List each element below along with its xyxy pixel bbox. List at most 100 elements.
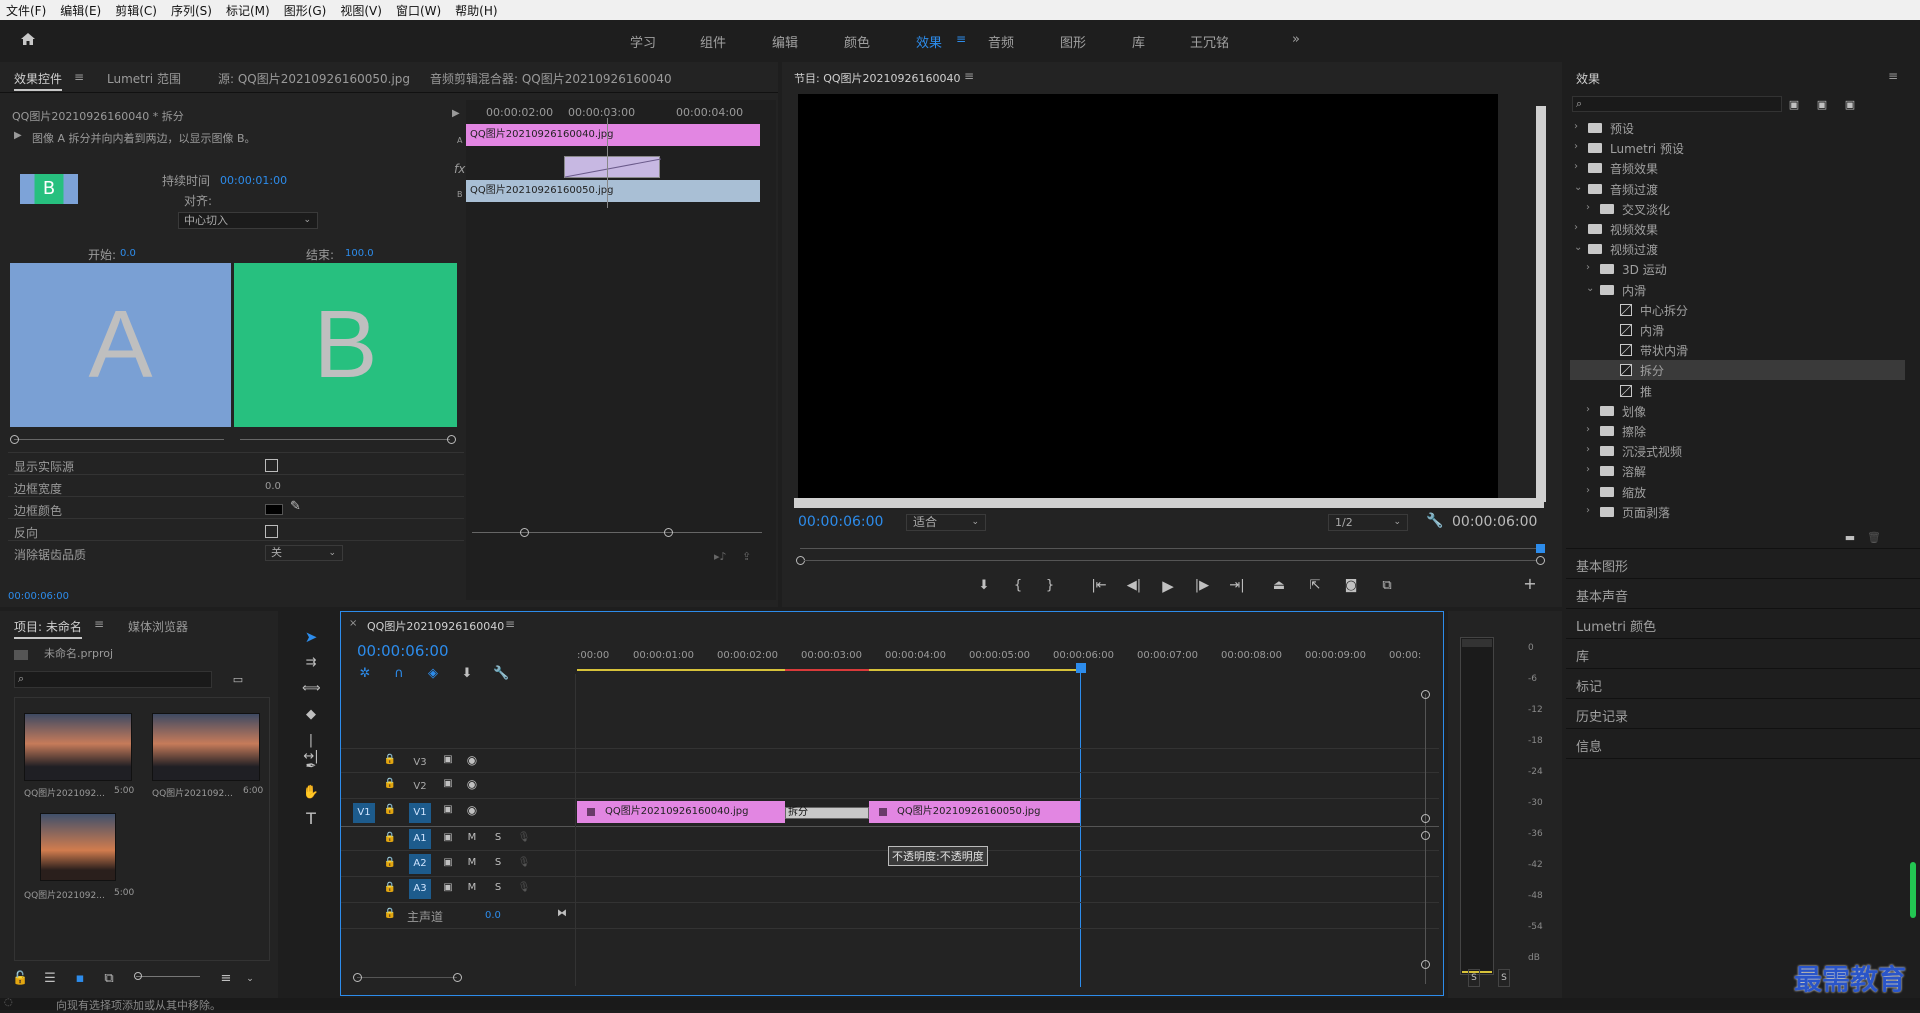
eye-icon[interactable]: ◉ [465,776,479,792]
effects-tree-item[interactable]: 带状内滑 [1570,340,1905,360]
workspace-audio[interactable]: 音频 [988,32,1014,51]
effects-tree-item[interactable]: › 沉浸式视频 [1570,441,1905,461]
chevron-right-icon[interactable]: › [1586,404,1590,415]
effects-tree-item[interactable]: › 视频效果 [1570,219,1905,239]
share-icon[interactable]: ⇪ [742,550,751,563]
timeline-vscroll-mid2[interactable] [1421,831,1430,840]
fit-select[interactable]: 适合 ⌄ [906,514,986,531]
mute-button[interactable]: M [465,855,479,871]
effects-tree-item[interactable]: › Lumetri 预设 [1570,138,1905,158]
chevron-down-icon[interactable]: ⌄ [1574,182,1582,193]
panel-essential-graphics[interactable]: 基本图形 [1576,556,1628,575]
effects-tree-item[interactable]: › 划像 [1570,401,1905,421]
workspace-assembly[interactable]: 组件 [700,32,726,51]
program-video-frame[interactable] [798,94,1498,500]
project-thumb-3[interactable] [40,813,116,881]
lock-icon[interactable]: 🔒 [383,906,397,922]
accelerated-effects-icon[interactable]: ▣ [1786,97,1802,113]
menu-clip[interactable]: 剪辑(C) [115,2,157,19]
add-button-icon[interactable]: + [1522,576,1538,592]
delete-icon[interactable]: 🗑 [1866,530,1882,546]
selection-tool-icon[interactable]: ➤ [302,629,320,645]
chevron-right-icon[interactable]: › [1586,262,1590,273]
menu-graphics[interactable]: 图形(G) [284,2,327,19]
chevron-right-icon[interactable]: › [1586,202,1590,213]
menu-sequence[interactable]: 序列(S) [171,2,212,19]
microphone-icon[interactable]: 🎙 [517,830,531,846]
chevron-right-icon[interactable]: › [1574,121,1578,132]
timeline-hscroll-left[interactable] [353,973,362,982]
solo-button[interactable]: S [491,880,505,896]
reverse-checkbox[interactable] [265,525,278,538]
program-scrub-bar[interactable] [804,560,1536,561]
chevron-right-icon[interactable]: › [1574,141,1578,152]
track-select-tool-icon[interactable]: ⇉ [302,655,320,671]
timeline-vscroll-mid1[interactable] [1421,814,1430,823]
tab-lumetri-scopes[interactable]: Lumetri 范围 [107,70,181,87]
chevron-down-icon[interactable]: ⌄ [1574,242,1582,253]
close-icon[interactable]: × [349,618,357,629]
tab-project[interactable]: 项目: 未命名 [14,618,82,639]
effects-tree-item[interactable]: › 交叉淡化 [1570,199,1905,219]
ec-clip-b[interactable]: QQ图片20210926160050.jpg [466,180,760,202]
sync-lock-icon[interactable]: ▣ [441,880,455,896]
effects-search-input[interactable]: ⌕ [1572,96,1782,112]
panel-menu-icon[interactable]: ≡ [1888,69,1898,83]
tab-effect-controls[interactable]: 效果控件 [14,70,63,91]
chevron-right-icon[interactable]: › [1586,464,1590,475]
32bit-effects-icon[interactable]: ▣ [1814,97,1830,113]
end-value[interactable]: 100.0 [345,248,374,259]
chevron-right-icon[interactable]: › [1574,161,1578,172]
workspace-color[interactable]: 颜色 [844,32,870,51]
effects-tree-item[interactable]: ⌄ 音频过渡 [1570,179,1905,199]
effects-tree-item[interactable]: › 缩放 [1570,482,1905,502]
camera-icon[interactable]: ◙ [1342,578,1360,594]
sync-lock-icon[interactable]: ▣ [441,752,455,768]
end-slider[interactable] [240,439,450,440]
tab-media-browser[interactable]: 媒体浏览器 [128,618,188,635]
lock-icon[interactable]: 🔒 [383,752,397,768]
menu-view[interactable]: 视图(V) [340,2,382,19]
chevron-right-icon[interactable]: › [1586,424,1590,435]
effects-tree-item[interactable]: › 预设 [1570,118,1905,138]
eyedropper-icon[interactable]: ✎ [290,499,301,514]
more-workspaces-icon[interactable]: » [1292,32,1300,47]
effects-tree-item[interactable]: 内滑 [1570,320,1905,340]
chevron-right-icon[interactable]: › [1586,505,1590,516]
ec-scroll-handle-left[interactable] [520,528,529,537]
duration-value[interactable]: 00:00:01:00 [220,174,287,187]
effects-tree-item[interactable]: ⌄ 视频过渡 [1570,239,1905,259]
effects-tree-item[interactable]: › 3D 运动 [1570,259,1905,279]
tab-audio-clip-mixer[interactable]: 音频剪辑混合器: QQ图片20210926160040 [430,70,672,87]
timeline-hscroll-right[interactable] [453,973,462,982]
timeline-ruler[interactable]: :00:00 00:00:01:00 00:00:02:00 00:00:03:00 0… [577,648,1425,670]
lock-icon[interactable]: 🔒 [383,830,397,846]
workspace-edit[interactable]: 编辑 [772,32,798,51]
master-value[interactable]: 0.0 [485,910,501,921]
sync-lock-icon[interactable]: ▣ [441,802,455,818]
start-slider[interactable] [14,439,224,440]
ec-transition-bar[interactable] [564,156,661,178]
program-playhead[interactable] [1536,544,1545,553]
go-to-out-icon[interactable]: ⇥| [1228,578,1246,594]
ripple-edit-tool-icon[interactable]: ⟺ [302,681,321,697]
effects-tree-item[interactable]: › 页面剥落 [1570,502,1905,522]
track-v3-label[interactable]: V3 [409,753,431,773]
menu-marker[interactable]: 标记(M) [226,2,270,19]
start-slider-handle[interactable] [10,435,19,444]
icon-view-icon[interactable]: ▪ [72,971,88,987]
program-timecode[interactable]: 00:00:06:00 [798,514,883,530]
timeline-vscroll-top[interactable] [1421,690,1430,699]
tab-source[interactable]: 源: QQ图片20210926160050.jpg [218,70,410,87]
effects-tree-item[interactable]: › 擦除 [1570,421,1905,441]
workspace-graphics[interactable]: 图形 [1060,32,1086,51]
menu-edit[interactable]: 编辑(E) [60,2,101,19]
menu-file[interactable]: 文件(F) [6,2,46,19]
project-search-input[interactable]: ⌕ [14,671,212,688]
effects-tree-item[interactable]: 推 [1570,381,1905,401]
end-slider-handle[interactable] [447,435,456,444]
panel-menu-icon[interactable]: ≡ [94,617,104,631]
timeline-timecode[interactable]: 00:00:06:00 [357,642,449,660]
program-hscroll[interactable] [794,498,1544,508]
wrench-icon[interactable]: 🔧 [493,666,509,682]
